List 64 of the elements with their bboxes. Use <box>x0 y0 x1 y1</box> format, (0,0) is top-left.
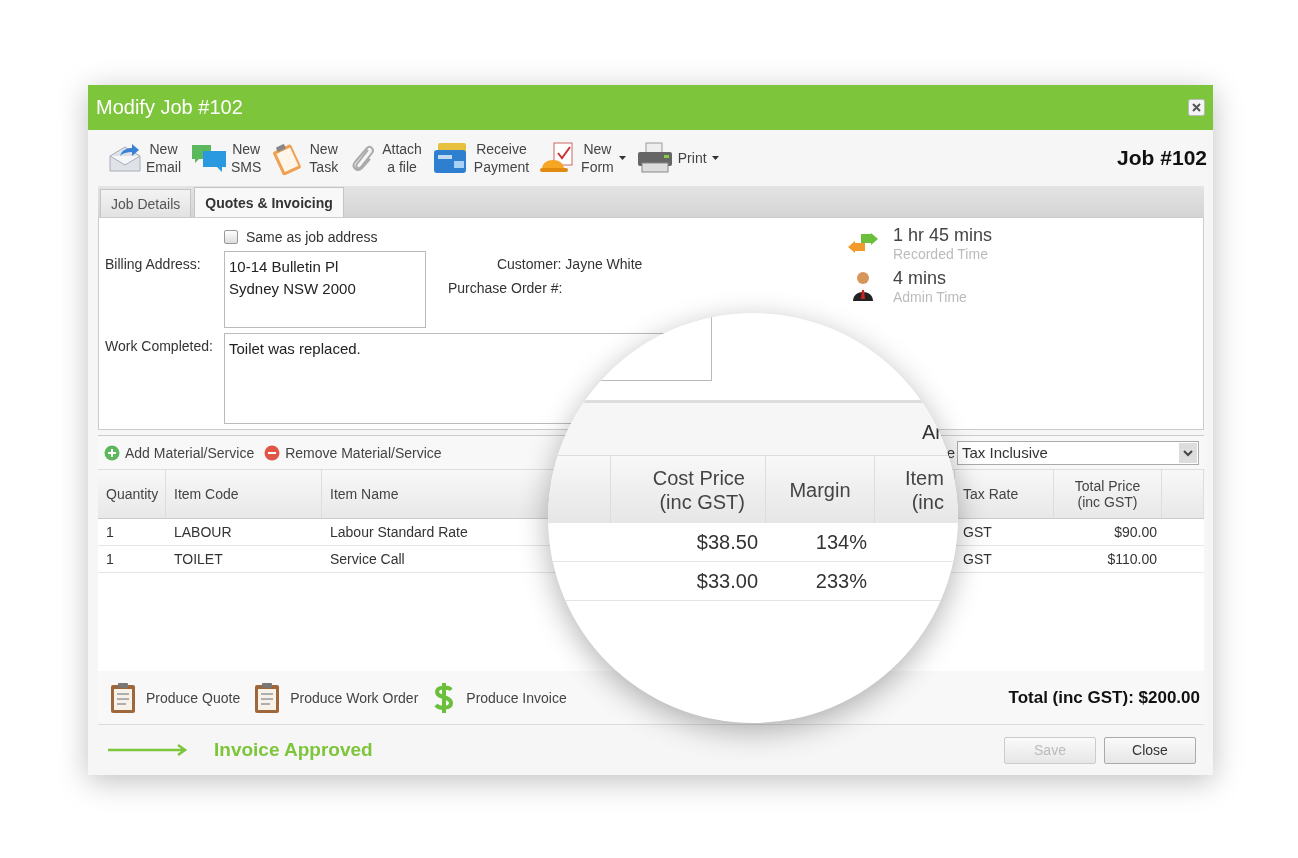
field-label: Billing Address: <box>105 255 202 272</box>
document-button[interactable]: Produce Quote <box>110 681 241 714</box>
time-caption: Recorded Time <box>893 246 989 262</box>
total-text: Total (inc GST): $200.00 <box>1008 687 1200 708</box>
plus-icon <box>104 444 120 461</box>
toolbar-button[interactable]: Receive Payment <box>429 140 532 176</box>
action-link[interactable]: Add Material/Service <box>104 444 255 461</box>
toolbar-button[interactable]: New Task <box>269 140 341 176</box>
table-cell: GST <box>963 551 992 567</box>
time-caption: Admin Time <box>893 289 967 305</box>
checkbox[interactable] <box>224 230 238 244</box>
document-button[interactable]: Produce Invoice <box>432 680 567 715</box>
column-header[interactable]: Item Code <box>174 486 239 502</box>
document-button[interactable]: Produce Work Order <box>254 681 419 714</box>
tab[interactable]: Quotes & Invoicing <box>194 187 344 217</box>
column-header[interactable]: Cost Price (inc GST) <box>611 456 766 523</box>
time-value: 4 mins <box>893 268 947 289</box>
toolbar-button[interactable]: Attach a file <box>346 140 424 176</box>
toolbar-button[interactable]: New Email <box>106 140 183 176</box>
tax-mode-dropdown[interactable]: Tax Inclusive <box>957 440 1199 465</box>
minus-icon <box>264 444 281 461</box>
table-cell-text: $33.00 <box>695 568 759 594</box>
close-icon[interactable] <box>1188 99 1205 116</box>
dialog-button[interactable]: Close <box>1104 736 1196 764</box>
time-value: 1 hr 45 mins <box>893 225 993 246</box>
table-cell: $110.00 <box>1107 551 1157 567</box>
table-cell-text: 233% <box>814 568 868 594</box>
table-cell-text: $38.50 <box>695 529 759 555</box>
toolbar-button[interactable]: Print <box>633 141 721 175</box>
job-number: Job #102 <box>1117 146 1207 170</box>
column-header[interactable]: Tax Rate <box>963 486 1019 502</box>
field-label: Work Completed: <box>105 337 214 354</box>
toolbar-button[interactable]: New Form <box>537 140 628 176</box>
action-link[interactable]: Remove Material/Service <box>264 444 442 461</box>
status-text: Invoice Approved <box>214 739 373 761</box>
arrow-icon <box>108 744 188 756</box>
envelope-icon <box>108 142 142 174</box>
table-cell: 1 <box>106 551 114 567</box>
table-cell: LABOUR <box>174 524 232 540</box>
column-header[interactable]: Margin <box>766 456 875 523</box>
toolbar-button[interactable]: New SMS <box>189 140 264 176</box>
window-title: Modify Job #102 <box>96 96 243 119</box>
customer-text: Customer: Jayne White <box>496 256 643 272</box>
table-cell-text: 134% <box>814 529 868 555</box>
printer-icon <box>635 141 674 175</box>
clipboard-icon <box>254 681 281 714</box>
address-field[interactable]: 10-14 Bulletin Pl Sydney NSW 2000 <box>224 251 426 328</box>
table-cell: Service Call <box>330 551 405 567</box>
table-cell: 1 <box>106 524 114 540</box>
table-cell: $90.00 <box>1114 524 1157 540</box>
column-header[interactable]: Total Price (inc GST) <box>1074 478 1141 510</box>
table-cell: TOILET <box>174 551 223 567</box>
chat-bubbles-icon <box>191 142 227 174</box>
field-label: Purchase Order #: <box>448 280 563 296</box>
column-header[interactable]: Item Name <box>330 486 399 502</box>
column-header[interactable]: Quantity <box>106 486 159 502</box>
caret-icon <box>1179 442 1197 463</box>
clipboard-icon <box>110 681 136 714</box>
table-cell: GST <box>963 524 992 540</box>
arrows-icon <box>847 232 879 255</box>
checkbox-label: Same as job address <box>246 229 378 245</box>
tab[interactable]: Job Details <box>100 189 192 217</box>
table-cell: Labour Standard Rate <box>330 524 468 540</box>
field-label: e <box>946 444 955 461</box>
